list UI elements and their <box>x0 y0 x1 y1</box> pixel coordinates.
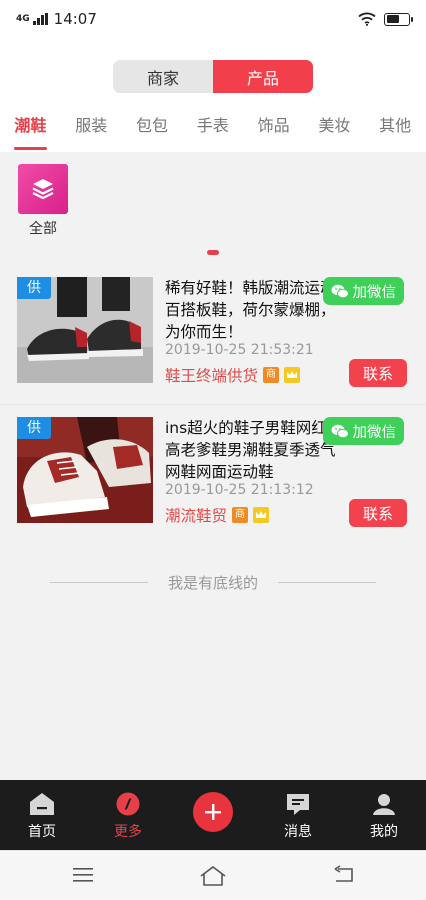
all-category-label: 全部 <box>29 221 57 237</box>
listing-title[interactable]: 稀有好鞋！韩版潮流运动百搭板鞋，荷尔蒙爆棚，为你而生！ <box>165 277 345 343</box>
supply-badge: 供 <box>17 277 51 299</box>
clock: 14:07 <box>53 10 97 28</box>
end-line-left <box>50 582 148 583</box>
list-item[interactable]: 供 ins超火的鞋子男鞋网红增高老爹鞋男潮鞋夏季透气网鞋网面运动鞋 加微信 20… <box>0 406 426 540</box>
crown-icon <box>253 507 270 523</box>
wifi-icon <box>358 12 376 26</box>
product-image: 供 <box>17 277 153 383</box>
add-wechat-button[interactable]: 加微信 <box>322 277 404 305</box>
page-indicator <box>207 250 219 255</box>
product-image: 供 <box>17 417 153 523</box>
tab-clothing[interactable]: 服装 <box>61 104 122 152</box>
shop-info[interactable]: 潮流鞋贸 商 <box>165 504 270 526</box>
user-icon <box>372 792 396 820</box>
network-type: 4G <box>16 13 30 24</box>
tab-accessories[interactable]: 饰品 <box>243 104 304 152</box>
end-line-right <box>278 582 377 583</box>
add-wechat-label: 加微信 <box>352 284 397 301</box>
nav-home-label: 首页 <box>28 824 56 840</box>
publish-button[interactable] <box>193 792 233 832</box>
segment-merchants[interactable]: 商家 <box>113 60 213 93</box>
contact-button[interactable]: 联系 <box>349 359 407 387</box>
post-time: 2019-10-25 21:13:12 <box>165 482 314 498</box>
layers-icon <box>18 164 68 214</box>
nav-messages-label: 消息 <box>284 824 312 840</box>
add-wechat-label: 加微信 <box>352 424 397 441</box>
nav-messages[interactable]: 消息 <box>258 780 338 850</box>
end-of-list-text: 我是有底线的 <box>168 574 259 592</box>
nav-home[interactable]: 首页 <box>2 780 82 850</box>
segment-products[interactable]: 产品 <box>213 60 313 93</box>
wechat-icon <box>331 424 349 438</box>
status-bar: 4G 14:07 <box>0 0 426 38</box>
menu-icon[interactable] <box>72 865 94 885</box>
shop-name[interactable]: 潮流鞋贸 <box>165 504 227 526</box>
merchant-badge-icon: 商 <box>263 367 280 383</box>
battery-icon <box>384 12 413 26</box>
all-category-button[interactable]: 全部 <box>17 164 69 238</box>
nav-more-label: 更多 <box>114 824 142 840</box>
back-icon[interactable] <box>332 865 354 885</box>
listing-title[interactable]: ins超火的鞋子男鞋网红增高老爹鞋男潮鞋夏季透气网鞋网面运动鞋 <box>165 417 345 483</box>
contact-button[interactable]: 联系 <box>349 499 407 527</box>
tab-watches[interactable]: 手表 <box>182 104 243 152</box>
shop-info[interactable]: 鞋王终端供货 商 <box>165 364 301 386</box>
tab-cosmetics[interactable]: 美妆 <box>304 104 365 152</box>
signal-icon <box>32 13 48 25</box>
header: 商家 产品 <box>0 38 426 104</box>
nav-profile[interactable]: 我的 <box>344 780 424 850</box>
list-item[interactable]: 供 稀有好鞋！韩版潮流运动百搭板鞋，荷尔蒙爆棚，为你而生！ 加微信 2019-1… <box>0 266 426 400</box>
nav-more[interactable]: 更多 <box>88 780 168 850</box>
plus-icon <box>205 804 221 820</box>
divider <box>0 404 426 405</box>
add-wechat-button[interactable]: 加微信 <box>322 417 404 445</box>
category-tabs: 潮鞋 服装 包包 手表 饰品 美妆 其他 <box>0 104 426 152</box>
post-time: 2019-10-25 21:53:21 <box>165 342 314 358</box>
message-icon <box>286 792 310 820</box>
shop-name[interactable]: 鞋王终端供货 <box>165 364 258 386</box>
tab-other[interactable]: 其他 <box>365 104 426 152</box>
supply-badge: 供 <box>17 417 51 439</box>
segment-control: 商家 产品 <box>113 60 313 93</box>
compass-icon <box>116 792 140 820</box>
merchant-badge-icon: 商 <box>232 507 249 523</box>
system-nav-bar <box>0 850 426 900</box>
tab-bags[interactable]: 包包 <box>122 104 183 152</box>
nav-profile-label: 我的 <box>370 824 398 840</box>
home-icon <box>29 792 55 820</box>
tab-shoes[interactable]: 潮鞋 <box>0 104 61 152</box>
end-of-list: 我是有底线的 <box>50 572 377 593</box>
wechat-icon <box>331 284 349 298</box>
crown-icon <box>284 367 301 383</box>
home-key-icon[interactable] <box>199 865 227 887</box>
